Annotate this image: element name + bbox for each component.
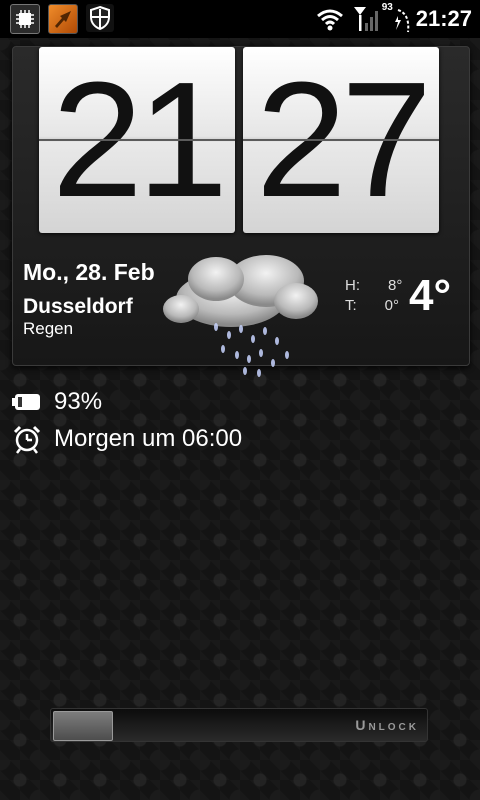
battery-percent: 93%	[54, 388, 103, 415]
wifi-icon	[316, 9, 343, 31]
weather-city: Dusseldorf	[23, 295, 133, 318]
high-value: 8°	[388, 277, 403, 294]
weather-condition: Regen	[23, 319, 74, 338]
high-label: H:	[345, 277, 360, 294]
alarm-clock-icon	[13, 425, 41, 454]
high-low-temps: H: 8° T: 0°	[345, 277, 402, 317]
alarm-status-line: Morgen um 06:00	[12, 424, 242, 454]
clock-hours: 21	[51, 48, 228, 231]
launcher-icon[interactable]	[48, 4, 78, 34]
weather-date: Mo., 28. Feb	[23, 259, 155, 285]
low-value: 0°	[384, 297, 400, 314]
battery-status-line: 93%	[12, 388, 102, 416]
alarm-text: Morgen um 06:00	[54, 425, 243, 452]
clock-minutes: 27	[255, 48, 432, 231]
chip-icon[interactable]	[10, 4, 40, 34]
unlock-slider-handle[interactable]	[53, 711, 113, 741]
signal-icon	[353, 7, 378, 31]
flip-hours: 21	[39, 47, 235, 233]
battery-icon	[12, 394, 40, 410]
battery-indicator: 93	[382, 2, 409, 34]
status-bar: 93 21:27	[0, 0, 480, 38]
clock-weather-widget[interactable]: 21 27 Mo., 28. Feb Dusseldorf Regen H: 8…	[12, 46, 470, 377]
low-label: T:	[345, 297, 357, 314]
rain-cloud-icon	[163, 255, 318, 377]
current-temperature: 4°	[409, 271, 452, 320]
shield-icon[interactable]	[86, 4, 114, 32]
unlock-label: Unlock	[355, 717, 419, 733]
flip-minutes: 27	[243, 47, 439, 233]
status-indicators: 93 21:27	[316, 0, 472, 38]
battery-charging-icon	[394, 9, 409, 33]
unlock-slider[interactable]: Unlock	[50, 708, 428, 742]
status-time: 21:27	[415, 6, 472, 31]
notification-icons	[10, 4, 114, 34]
